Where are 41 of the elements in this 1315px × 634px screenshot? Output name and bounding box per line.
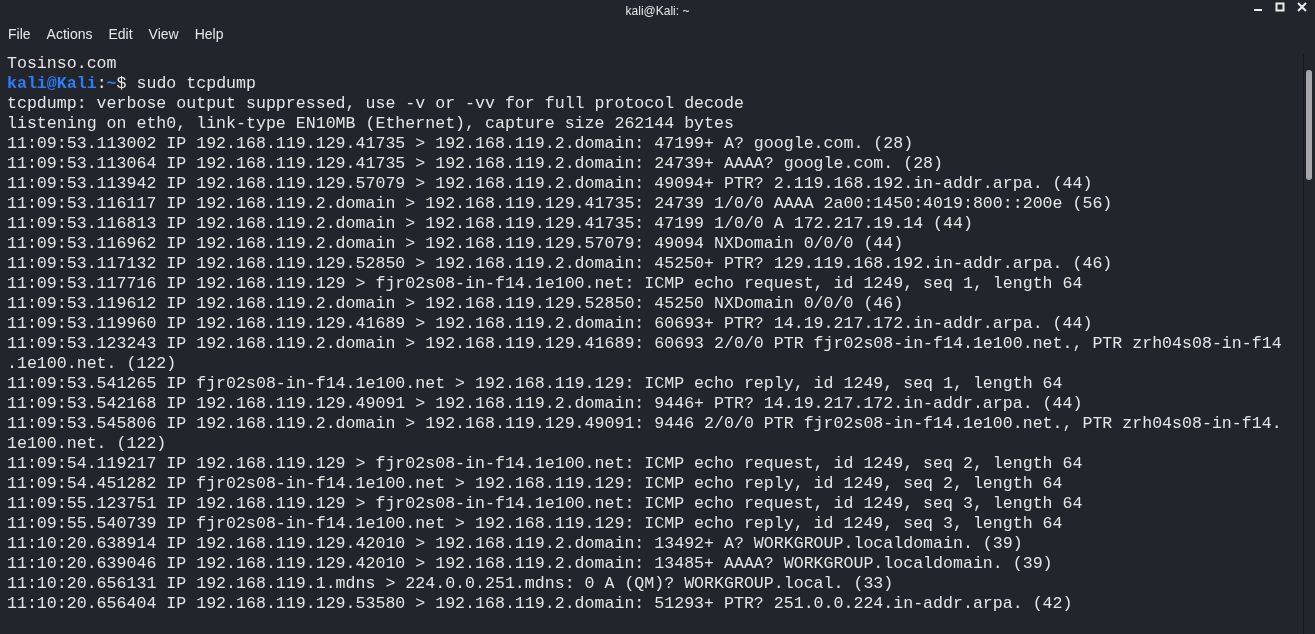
output-line: 11:10:20.656404 IP 192.168.119.129.53580 > 192.168.119.2.domain: 51293+ PTR? 251.0.0.224.in-addr.arpa. (42) (7, 594, 1073, 613)
scrollbar[interactable] (1303, 54, 1315, 634)
output-line: 11:09:53.113002 IP 192.168.119.129.41735 > 192.168.119.2.domain: 47199+ A? google.com. (28) (7, 134, 914, 153)
output-line: 11:09:53.117716 IP 192.168.119.129 > fjr02s08-in-f14.1e100.net: ICMP echo request, id 1249, seq 1, length 64 (7, 274, 1083, 293)
output-line: 11:10:20.639046 IP 192.168.119.129.42010 > 192.168.119.2.domain: 13485+ AAAA? WORKGROUP.localdomain. (39) (7, 554, 1053, 573)
output-line: Tosinso.com (7, 54, 117, 73)
prompt-path: ~ (106, 74, 117, 93)
output-line: 11:09:53.119612 IP 192.168.119.2.domain > 192.168.119.129.52850: 45250 NXDomain 0/0/0 (46) (7, 294, 904, 313)
menu-item[interactable]: File (2, 23, 37, 45)
output-line: 11:09:54.451282 IP fjr02s08-in-f14.1e100.net > 192.168.119.129: ICMP echo reply, id 1249, seq 2, length 64 (7, 474, 1063, 493)
output-line: 11:09:53.119960 IP 192.168.119.129.41689 > 192.168.119.2.domain: 60693+ PTR? 14.19.217.172.in-addr.arpa. (44) (7, 314, 1093, 333)
output-line: listening on eth0, link-type EN10MB (Ethernet), capture size 262144 bytes (7, 114, 734, 133)
menu-item[interactable]: Help (188, 23, 230, 45)
prompt-user: kali@Kali (7, 74, 97, 93)
prompt-symbol: $ (116, 74, 127, 93)
window-title: kali@Kali: ~ (625, 3, 690, 20)
menu-item[interactable]: View (142, 23, 185, 45)
output-line: 11:09:53.541265 IP fjr02s08-in-f14.1e100.net > 192.168.119.129: ICMP echo reply, id 1249, seq 1, length 64 (7, 374, 1063, 393)
maximize-icon[interactable] (1275, 2, 1285, 12)
output-line: 11:09:53.113064 IP 192.168.119.129.41735 > 192.168.119.2.domain: 24739+ AAAA? google.com. (28) (7, 154, 944, 173)
output-line: 11:09:55.123751 IP 192.168.119.129 > fjr02s08-in-f14.1e100.net: ICMP echo request, id 1249, seq 3, length 64 (7, 494, 1083, 513)
menu-item[interactable]: Actions (40, 23, 99, 45)
output-line: 11:09:53.545806 IP 192.168.119.2.domain > 192.168.119.129.49091: 9446 2/0/0 PTR fjr02s08-in-f14.1e100.net., PTR zrh04s08-in-f14. (7, 414, 1282, 433)
output-line: 11:09:53.116813 IP 192.168.119.2.domain > 192.168.119.129.41735: 47199 1/0/0 A 172.217.19.14 (44) (7, 214, 973, 233)
output-line: tcpdump: verbose output suppressed, use -v or -vv for full protocol decode (7, 94, 744, 113)
menu-item[interactable]: Edit (102, 23, 139, 45)
output-line: 11:09:53.542168 IP 192.168.119.129.49091 > 192.168.119.2.domain: 9446+ PTR? 14.19.217.172.in-addr.arpa. (44) (7, 394, 1083, 413)
output-line: 11:10:20.656131 IP 192.168.119.1.mdns > 224.0.0.251.mdns: 0 A (QM)? WORKGROUP.local. (33) (7, 574, 894, 593)
output-line: 11:09:53.117132 IP 192.168.119.129.52850 > 192.168.119.2.domain: 45250+ PTR? 129.119.168.192.in-addr.arpa. (46) (7, 254, 1113, 273)
prompt-separator: : (96, 74, 107, 93)
output-line: 11:09:53.113942 IP 192.168.119.129.57079 > 192.168.119.2.domain: 49094+ PTR? 2.119.168.192.in-addr.arpa. (44) (7, 174, 1093, 193)
command-text: sudo tcpdump (136, 74, 256, 93)
output-line: 11:09:54.119217 IP 192.168.119.129 > fjr02s08-in-f14.1e100.net: ICMP echo request, id 1249, seq 2, length 64 (7, 454, 1083, 473)
output-line: 11:09:53.116117 IP 192.168.119.2.domain > 192.168.119.129.41735: 24739 1/0/0 AAAA 2a00:1450:4019:800::200e (56) (7, 194, 1113, 213)
close-icon[interactable] (1297, 2, 1307, 12)
output-line: 11:09:53.116962 IP 192.168.119.2.domain > 192.168.119.129.57079: 49094 NXDomain 0/0/0 (44) (7, 234, 904, 253)
output-line: 11:09:53.123243 IP 192.168.119.2.domain > 192.168.119.129.41689: 60693 2/0/0 PTR fjr02s08-in-f14.1e100.net., PTR zrh04s08-in-f14 (7, 334, 1282, 353)
output-line: 11:09:55.540739 IP fjr02s08-in-f14.1e100.net > 192.168.119.129: ICMP echo reply, id 1249, seq 3, length 64 (7, 514, 1063, 533)
output-line: .1e100.net. (122) (7, 354, 177, 373)
output-line: 1e100.net. (122) (7, 434, 167, 453)
output-line: 11:10:20.638914 IP 192.168.119.129.42010 > 192.168.119.2.domain: 13492+ A? WORKGROUP.localdomain. (39) (7, 534, 1023, 553)
